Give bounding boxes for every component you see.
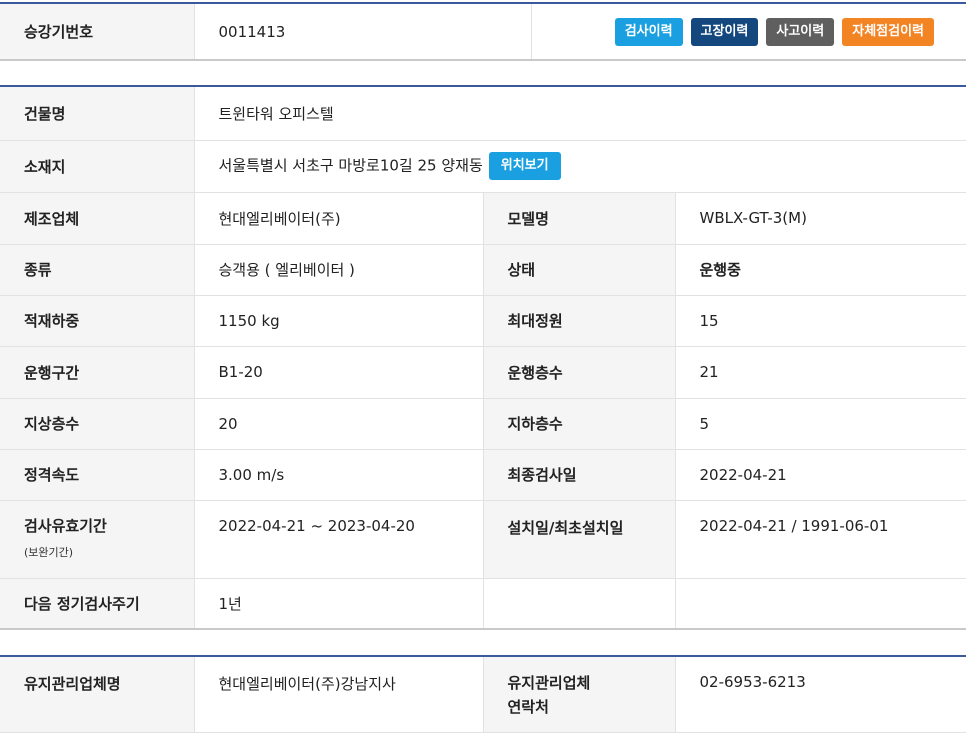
inspection-history-button[interactable]: 검사이력 bbox=[614, 17, 683, 46]
model-label: 모델명 bbox=[482, 192, 675, 245]
operating-section-value: B1-20 bbox=[194, 346, 484, 399]
type-value: 승객용 ( 엘리베이터 ) bbox=[194, 244, 484, 296]
max-capacity-label: 최대정원 bbox=[482, 295, 675, 347]
last-inspection-date-label: 최종검사일 bbox=[482, 449, 675, 501]
inspection-validity-value: 2022-04-21 ~ 2023-04-20 bbox=[194, 500, 484, 579]
status-label: 상태 bbox=[482, 244, 675, 296]
building-name-label: 건물명 bbox=[0, 87, 195, 141]
operating-section-label: 운행구간 bbox=[0, 346, 195, 399]
accident-history-button[interactable]: 사고이력 bbox=[766, 17, 835, 46]
maintenance-contact-label-line1: 유지관리업체 bbox=[507, 674, 591, 692]
install-date-label: 설치일/최초설치일 bbox=[482, 500, 675, 579]
maintenance-contact-label-line2: 연락처 bbox=[507, 698, 549, 716]
next-inspection-cycle-value: 1년 bbox=[194, 578, 484, 630]
elevator-number-section: 승강기번호 0011413 검사이력 고장이력 사고이력 자체점검이력 bbox=[0, 4, 966, 61]
maintenance-contact-value: 02-6953-6213 bbox=[674, 657, 966, 733]
above-ground-floors-label: 지상층수 bbox=[0, 398, 195, 450]
empty-cell bbox=[674, 578, 966, 630]
view-location-button[interactable]: 위치보기 bbox=[488, 152, 561, 180]
rated-speed-value: 3.00 m/s bbox=[194, 449, 484, 501]
empty-cell bbox=[482, 578, 675, 630]
underground-floors-value: 5 bbox=[674, 398, 966, 450]
next-inspection-cycle-label: 다음 정기검사주기 bbox=[0, 578, 195, 630]
elevator-number-label: 승강기번호 bbox=[0, 4, 195, 61]
operating-floors-label: 운행층수 bbox=[482, 346, 675, 399]
inspection-validity-label-cell: 검사유효기간 (보완기간) bbox=[0, 500, 195, 579]
address-label: 소재지 bbox=[0, 140, 195, 193]
status-value: 운행중 bbox=[674, 244, 966, 296]
maintenance-company-label: 유지관리업체명 bbox=[0, 657, 195, 733]
last-inspection-date-value: 2022-04-21 bbox=[674, 449, 966, 501]
address-cell: 서울특별시 서초구 마방로10길 25 양재동 위치보기 bbox=[194, 140, 966, 193]
type-label: 종류 bbox=[0, 244, 195, 296]
maintenance-company-value: 현대엘리베이터(주)강남지사 bbox=[194, 657, 484, 733]
manufacturer-value: 현대엘리베이터(주) bbox=[194, 192, 484, 245]
elevator-details-section: 건물명 트윈타워 오피스텔 소재지 서울특별시 서초구 마방로10길 25 양재… bbox=[0, 87, 966, 630]
inspection-validity-label: 검사유효기간 bbox=[24, 516, 107, 535]
maintenance-section: 유지관리업체명 현대엘리베이터(주)강남지사 유지관리업체 연락처 02-695… bbox=[0, 657, 966, 733]
underground-floors-label: 지하층수 bbox=[482, 398, 675, 450]
manufacturer-label: 제조업체 bbox=[0, 192, 195, 245]
fault-history-button[interactable]: 고장이력 bbox=[690, 17, 759, 46]
elevator-number-value: 0011413 bbox=[194, 4, 532, 61]
rated-load-label: 적재하중 bbox=[0, 295, 195, 347]
install-date-value: 2022-04-21 / 1991-06-01 bbox=[674, 500, 966, 579]
self-check-history-button[interactable]: 자체점검이력 bbox=[842, 17, 934, 46]
rated-speed-label: 정격속도 bbox=[0, 449, 195, 501]
model-value: WBLX-GT-3(M) bbox=[674, 192, 966, 245]
above-ground-floors-value: 20 bbox=[194, 398, 484, 450]
address-value: 서울특별시 서초구 마방로10길 25 양재동 bbox=[218, 156, 483, 175]
operating-floors-value: 21 bbox=[674, 346, 966, 399]
building-name-value: 트윈타워 오피스텔 bbox=[194, 87, 966, 141]
rated-load-value: 1150 kg bbox=[194, 295, 484, 347]
history-button-group: 검사이력 고장이력 사고이력 자체점검이력 bbox=[531, 4, 966, 61]
supplement-period-label: (보완기간) bbox=[24, 545, 74, 559]
max-capacity-value: 15 bbox=[674, 295, 966, 347]
maintenance-contact-label-cell: 유지관리업체 연락처 bbox=[482, 657, 675, 733]
